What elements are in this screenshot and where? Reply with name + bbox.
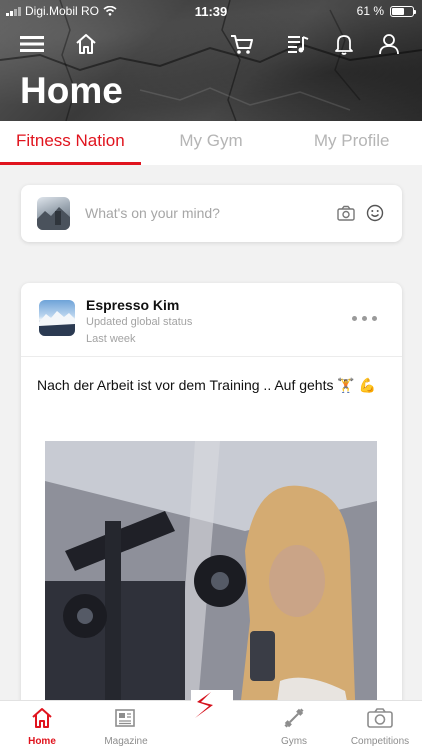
post-author-name[interactable]: Espresso Kim: [86, 297, 179, 313]
nav-gyms-label: Gyms: [280, 736, 308, 747]
tab-my-gym[interactable]: My Gym: [141, 121, 282, 165]
nav-magazine-label: Magazine: [104, 736, 148, 747]
nav-home-label: Home: [28, 736, 56, 747]
playlist-icon[interactable]: [284, 30, 312, 58]
nav-magazine[interactable]: Magazine: [84, 707, 168, 747]
tab-bar: Fitness Nation My Gym My Profile: [0, 121, 422, 165]
nav-home[interactable]: Home: [0, 707, 84, 747]
post-text: Nach der Arbeit ist vor dem Training .. …: [37, 377, 377, 393]
feed-post: Espresso Kim Updated global status Last …: [21, 283, 402, 750]
nav-competitions-label: Competitions: [350, 736, 410, 747]
status-composer[interactable]: What's on your mind?: [21, 185, 402, 242]
home-icon[interactable]: [72, 30, 100, 58]
camera-icon[interactable]: [337, 205, 355, 226]
bell-icon[interactable]: [330, 30, 358, 58]
battery-percent: 61 %: [356, 4, 384, 18]
post-author-avatar[interactable]: [39, 300, 75, 336]
user-icon[interactable]: [375, 30, 403, 58]
emoji-icon[interactable]: [366, 204, 384, 227]
home-icon: [32, 708, 52, 728]
top-toolbar: [0, 30, 422, 58]
page-title: Home: [20, 70, 123, 111]
brand-logo-button[interactable]: [191, 690, 233, 732]
menu-icon[interactable]: [18, 30, 46, 58]
camera-icon: [367, 708, 393, 728]
post-timestamp: Last week: [86, 333, 136, 345]
nav-competitions[interactable]: Competitions: [338, 707, 422, 747]
nav-gyms[interactable]: Gyms: [252, 707, 336, 747]
tab-my-profile[interactable]: My Profile: [281, 121, 422, 165]
newspaper-icon: [115, 709, 135, 727]
header-hero: Digi.Mobil RO 11:39 61 % Home: [0, 0, 422, 121]
more-options-icon[interactable]: [352, 316, 377, 321]
composer-placeholder[interactable]: What's on your mind?: [85, 205, 220, 221]
dumbbell-icon: [284, 708, 304, 728]
post-divider: [21, 356, 402, 357]
brand-logo-icon: [195, 692, 213, 718]
status-bar: Digi.Mobil RO 11:39 61 %: [0, 0, 422, 22]
cart-icon[interactable]: [228, 30, 256, 58]
tab-fitness-nation[interactable]: Fitness Nation: [0, 121, 141, 165]
battery-icon: [390, 5, 416, 17]
my-avatar: [37, 197, 70, 230]
post-subtitle: Updated global status: [86, 316, 193, 328]
